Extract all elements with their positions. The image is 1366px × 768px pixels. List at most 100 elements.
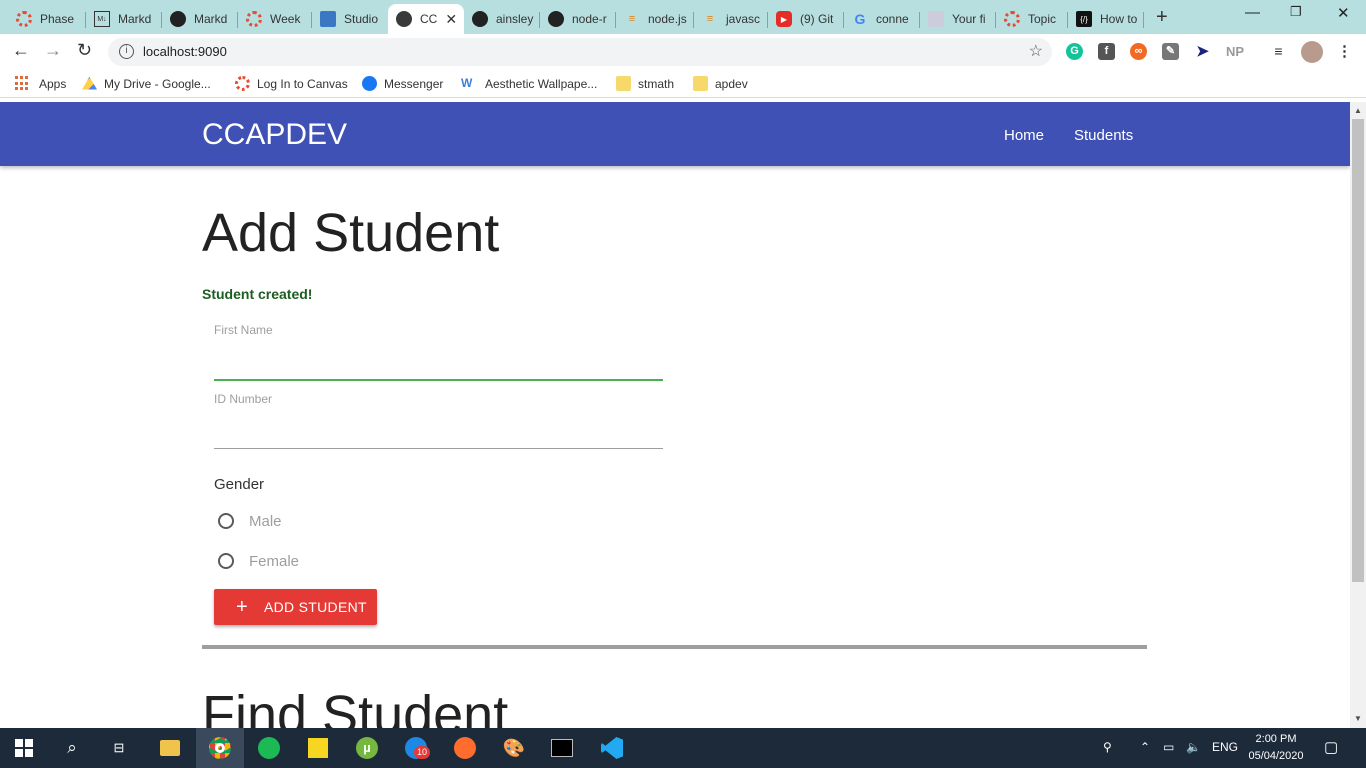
menu-kebab-icon[interactable]: ⋮ <box>1336 43 1353 60</box>
nav-students-link[interactable]: Students <box>1074 127 1133 144</box>
volume-icon[interactable]: 🔈 <box>1186 740 1201 754</box>
gender-female-radio[interactable] <box>218 553 234 569</box>
cursor-ext-icon[interactable]: ➤ <box>1194 43 1211 60</box>
studio-icon <box>320 11 336 27</box>
spotify-icon[interactable] <box>257 736 281 760</box>
scrollbar-thumb[interactable] <box>1352 119 1364 582</box>
gender-label: Gender <box>214 476 265 493</box>
page-scrollbar[interactable]: ▲ ▼ <box>1350 102 1366 728</box>
bookmark-label: apdev <box>715 76 748 91</box>
infinity-ext-icon[interactable]: ∞ <box>1130 43 1147 60</box>
tab-topic[interactable]: Topic <box>996 4 1068 34</box>
tab-google-connect[interactable]: G conne <box>844 4 920 34</box>
gender-male-radio[interactable] <box>218 513 234 529</box>
minimize-button[interactable]: — <box>1245 4 1260 21</box>
tab-week[interactable]: Week <box>238 4 312 34</box>
language-indicator[interactable]: ENG <box>1212 740 1238 754</box>
bookmark-apps[interactable]: Apps <box>15 76 66 91</box>
bookmark-my-drive[interactable]: My Drive - Google... <box>82 76 211 91</box>
media-control-icon[interactable]: ≡ <box>1270 43 1287 60</box>
search-icon[interactable]: ⌕ <box>60 736 84 760</box>
bookmark-label: Messenger <box>384 76 444 91</box>
id-number-field[interactable] <box>214 418 663 446</box>
tab-label: (9) Git <box>800 12 834 26</box>
canvas-icon <box>246 11 262 27</box>
scroll-up-arrow-icon[interactable]: ▲ <box>1354 106 1362 115</box>
tab-how-to[interactable]: {/} How to <box>1068 4 1144 34</box>
bookmark-label: Apps <box>39 76 67 91</box>
paint-brush-app-icon[interactable] <box>453 736 477 760</box>
site-navbar: CCAPDEV Home Students <box>0 102 1350 166</box>
gender-male-label[interactable]: Male <box>249 513 282 530</box>
gender-female-label[interactable]: Female <box>249 553 299 570</box>
close-window-button[interactable]: ✕ <box>1337 4 1350 22</box>
bookmark-stmath[interactable]: stmath <box>616 76 674 91</box>
profile-avatar[interactable] <box>1301 41 1323 63</box>
bookmark-label: Log In to Canvas <box>257 76 348 91</box>
tray-chevron-icon[interactable]: ⌃ <box>1140 740 1150 754</box>
sticky-notes-icon[interactable] <box>306 736 330 760</box>
success-message: Student created! <box>202 286 313 302</box>
section-divider <box>202 645 1147 649</box>
tab-ainsley[interactable]: ainsley <box>464 4 540 34</box>
folder-icon <box>693 76 708 91</box>
nav-home-link[interactable]: Home <box>1004 127 1044 144</box>
taskbar-clock[interactable]: 2:00 PM 05/04/2020 <box>1244 731 1308 765</box>
close-tab-icon[interactable]: ✕ <box>445 11 457 28</box>
bookmarks-bar: Apps My Drive - Google... Log In to Canv… <box>0 70 1366 98</box>
tab-phase[interactable]: Phase <box>8 4 86 34</box>
chrome-icon[interactable] <box>208 736 232 760</box>
messenger-app-icon[interactable]: 10 <box>404 736 431 760</box>
page-title: Add Student <box>202 203 500 263</box>
paint-palette-icon[interactable]: 🎨 <box>502 736 526 760</box>
address-bar[interactable]: i localhost:9090 ☆ <box>108 38 1052 66</box>
tab-youtube[interactable]: ▶ (9) Git <box>768 4 844 34</box>
restore-button[interactable]: ❐ <box>1290 4 1302 20</box>
site-brand[interactable]: CCAPDEV <box>202 118 347 152</box>
people-icon[interactable]: ⚲ <box>1103 740 1112 754</box>
tab-your-fi[interactable]: Your fi <box>920 4 996 34</box>
id-number-label: ID Number <box>214 392 273 406</box>
bookmark-star-icon[interactable]: ☆ <box>1029 41 1043 61</box>
forward-button[interactable]: → <box>44 40 62 61</box>
tab-ccapdev-active[interactable]: CC ✕ <box>388 4 464 34</box>
bookmark-messenger[interactable]: Messenger <box>362 76 443 91</box>
tab-label: Week <box>270 12 301 26</box>
tab-nodejs[interactable]: ≡ node.js <box>616 4 694 34</box>
bookmark-aesthetic[interactable]: W Aesthetic Wallpape... <box>461 76 597 91</box>
page-viewport: CCAPDEV Home Students Add Student Studen… <box>0 102 1350 728</box>
info-icon[interactable]: i <box>119 44 134 59</box>
network-icon[interactable]: ▭ <box>1163 740 1174 754</box>
person-icon <box>928 11 944 27</box>
new-tab-button[interactable]: + <box>1156 6 1168 29</box>
facebook-ext-icon[interactable]: f <box>1098 43 1115 60</box>
vscode-icon[interactable] <box>600 736 624 760</box>
task-view-icon[interactable]: ⊟ <box>107 736 131 760</box>
tab-node-r[interactable]: node-r <box>540 4 616 34</box>
google-drive-icon <box>82 76 97 90</box>
notifications-icon[interactable]: ▢ <box>1324 738 1338 756</box>
scroll-down-arrow-icon[interactable]: ▼ <box>1354 714 1362 723</box>
tab-studio[interactable]: Studio <box>312 4 388 34</box>
first-name-field[interactable] <box>214 350 663 378</box>
np-ext-icon[interactable]: NP <box>1222 43 1248 60</box>
first-name-underline <box>214 379 663 381</box>
grammarly-icon[interactable]: G <box>1066 43 1083 60</box>
clock-date: 05/04/2020 <box>1248 750 1304 762</box>
tab-github-markdown[interactable]: Markd <box>162 4 238 34</box>
bookmark-apdev[interactable]: apdev <box>693 76 748 91</box>
back-button[interactable]: ← <box>12 40 30 61</box>
terminal-icon[interactable] <box>550 736 574 760</box>
tab-label: conne <box>876 12 909 26</box>
tab-markdown[interactable]: M↓ Markd <box>86 4 162 34</box>
edit-ext-icon[interactable]: ✎ <box>1162 43 1179 60</box>
tab-javascript[interactable]: ≡ javasc <box>694 4 768 34</box>
tab-label: Topic <box>1028 12 1057 26</box>
url-text[interactable]: localhost:9090 <box>143 44 227 59</box>
reload-button[interactable]: ↻ <box>77 40 92 61</box>
bookmark-canvas[interactable]: Log In to Canvas <box>235 76 348 91</box>
windows-start-icon[interactable] <box>12 736 36 760</box>
utorrent-icon[interactable]: µ <box>355 736 379 760</box>
file-explorer-icon[interactable] <box>158 736 182 760</box>
add-student-button[interactable]: + ADD STUDENT <box>214 589 377 625</box>
